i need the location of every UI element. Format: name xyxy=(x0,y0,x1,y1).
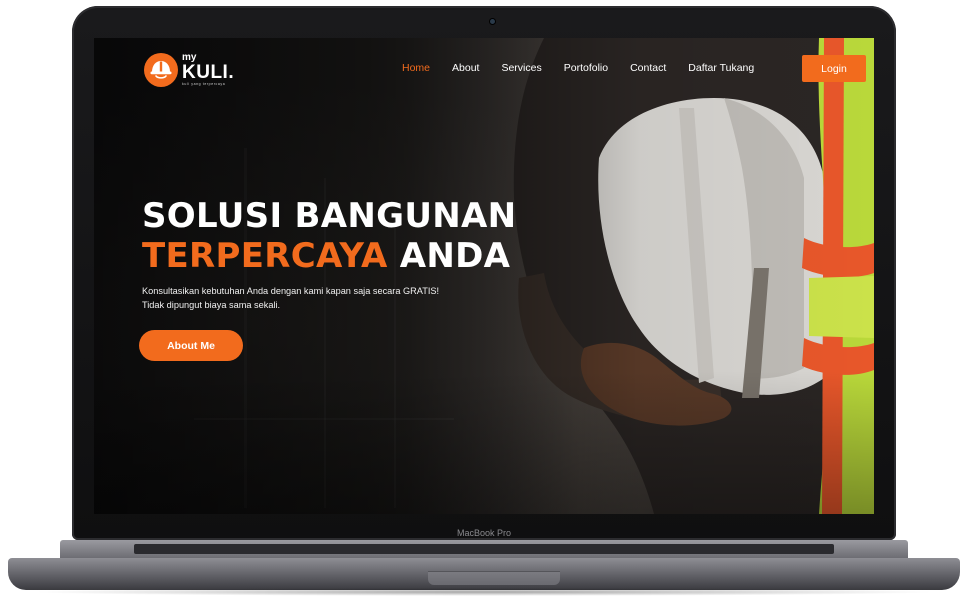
hero-desc-line2: Tidak dipungut biaya sama sekali. xyxy=(142,300,281,310)
laptop-shadow xyxy=(30,588,938,596)
nav-home[interactable]: Home xyxy=(402,62,430,74)
logo-wordmark: my KULI. kuli yang terpercaya xyxy=(182,53,234,87)
hardhat-logo-icon xyxy=(144,53,178,87)
nav-menu: Home About Services Portofolio Contact D… xyxy=(402,62,754,74)
logo-tagline: kuli yang terpercaya xyxy=(182,82,226,87)
hero-title-rest: ANDA xyxy=(387,236,511,276)
navbar: my KULI. kuli yang terpercaya Home About… xyxy=(94,38,874,100)
hero-desc-line1: Konsultasikan kebutuhan Anda dengan kami… xyxy=(142,286,440,296)
site-logo[interactable]: my KULI. kuli yang terpercaya xyxy=(144,53,234,87)
webcam xyxy=(490,19,495,24)
nav-about[interactable]: About xyxy=(452,62,479,74)
hero-title: SOLUSI BANGUNAN TERPERCAYA ANDA xyxy=(142,196,516,276)
about-me-button[interactable]: About Me xyxy=(139,330,243,361)
login-button[interactable]: Login xyxy=(802,55,866,82)
hero-description: Konsultasikan kebutuhan Anda dengan kami… xyxy=(142,284,562,312)
nav-daftar-tukang[interactable]: Daftar Tukang xyxy=(688,62,754,74)
lid-opening-notch xyxy=(428,571,560,585)
hero-title-line2: TERPERCAYA ANDA xyxy=(142,236,516,276)
logo-kuli: KULI. xyxy=(182,62,235,84)
hero-title-line1: SOLUSI BANGUNAN xyxy=(142,196,517,236)
nav-portofolio[interactable]: Portofolio xyxy=(564,62,608,74)
nav-contact[interactable]: Contact xyxy=(630,62,666,74)
hero-title-accent: TERPERCAYA xyxy=(142,236,388,276)
laptop-mockup: my KULI. kuli yang terpercaya Home About… xyxy=(0,0,968,599)
device-model-label: MacBook Pro xyxy=(456,528,512,538)
keyboard-edge xyxy=(134,544,834,554)
hero-bottom-fade xyxy=(94,38,874,514)
screen: my KULI. kuli yang terpercaya Home About… xyxy=(94,38,874,514)
nav-services[interactable]: Services xyxy=(501,62,541,74)
